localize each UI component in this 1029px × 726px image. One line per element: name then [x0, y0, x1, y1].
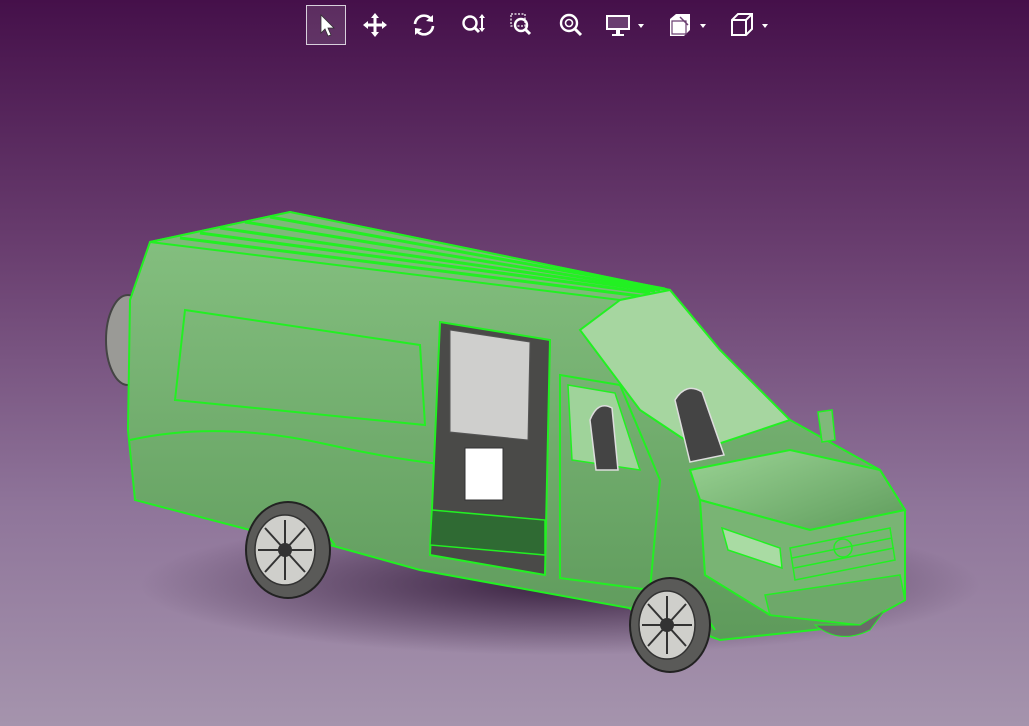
interior-wall: [449, 329, 531, 441]
3d-viewport[interactable]: [0, 0, 1029, 726]
van-3d-model[interactable]: [0, 0, 1029, 726]
front-wheel: [629, 577, 711, 673]
rear-wheel: [245, 501, 331, 599]
interior-cabinet: [464, 447, 504, 501]
